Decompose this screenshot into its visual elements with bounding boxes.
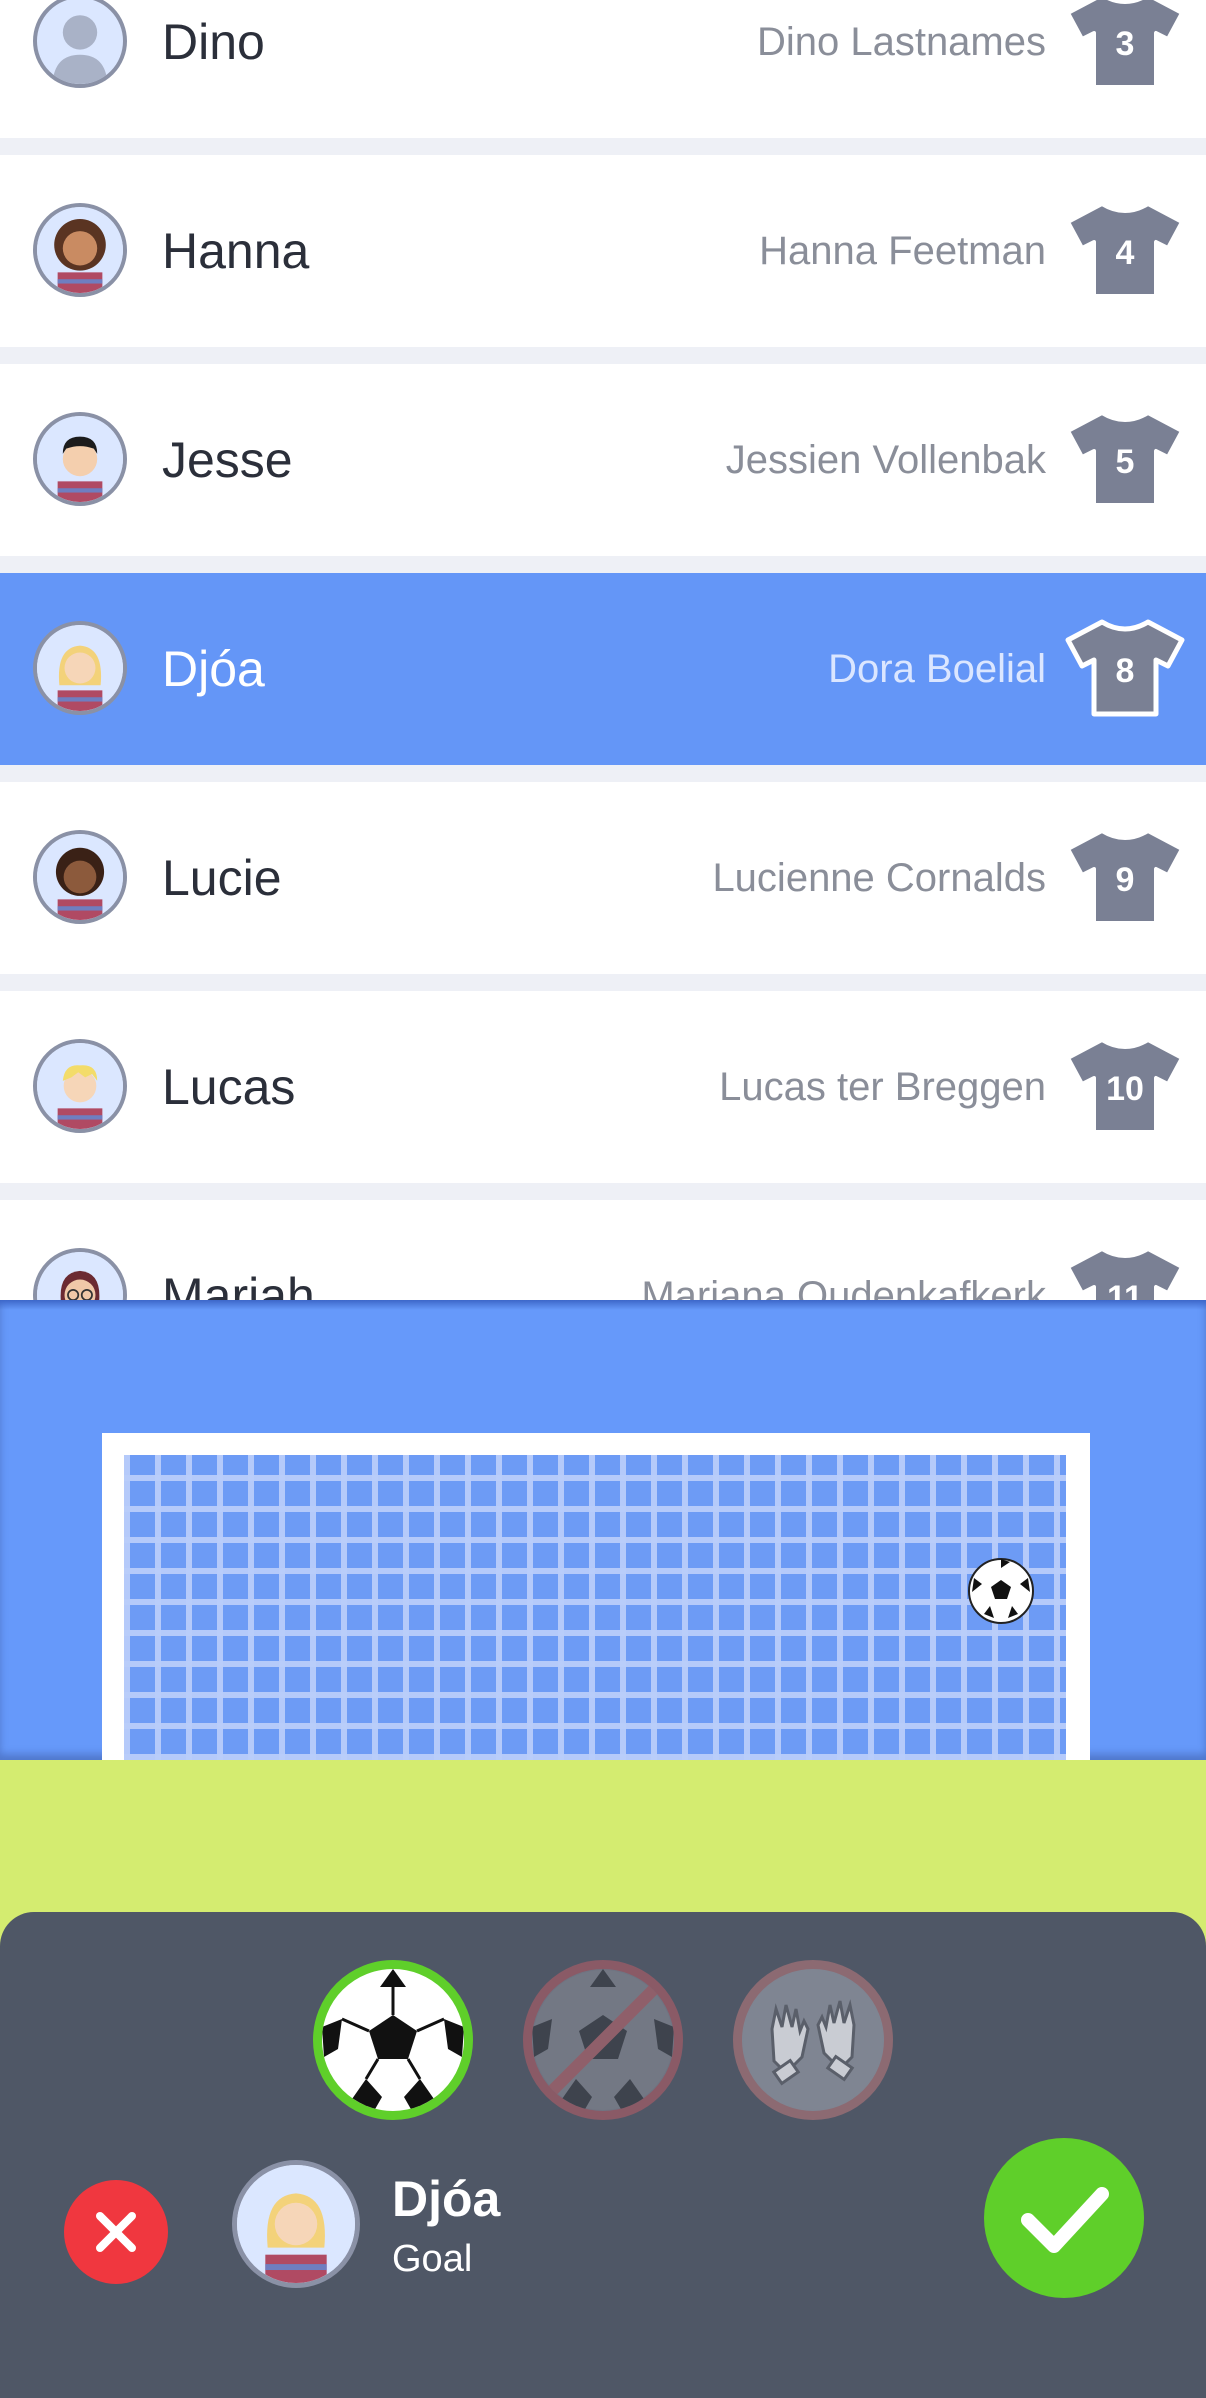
player-nickname: Mariah	[162, 1268, 315, 1300]
player-row[interactable]: Lucas Lucas ter Breggen 10	[0, 991, 1206, 1183]
shirt-number: 9	[1115, 861, 1135, 899]
player-avatar	[33, 203, 127, 297]
player-list: Dino Dino Lastnames 3 Hanna Hanna Feetma…	[0, 0, 1206, 1300]
player-avatar	[33, 412, 127, 506]
player-nickname: Djóa	[162, 641, 265, 697]
player-row[interactable]: Lucie Lucienne Cornalds 9	[0, 782, 1206, 974]
selected-player-avatar	[232, 2160, 360, 2288]
player-fullname: Lucienne Cornalds	[712, 856, 1046, 900]
player-row[interactable]: Dino Dino Lastnames 3	[0, 0, 1206, 138]
field-top-shadow	[0, 1300, 1206, 1310]
player-row[interactable]: Mariah Mariana Oudenkafkerk 11	[0, 1200, 1206, 1300]
shirt-number: 10	[1106, 1070, 1144, 1108]
goalkeeper-gloves-icon	[743, 1970, 883, 2110]
goal-net[interactable]	[124, 1455, 1066, 1760]
player-row[interactable]: Jesse Jessien Vollenbak 5	[0, 364, 1206, 556]
player-nickname: Dino	[162, 14, 265, 70]
player-fullname: Hanna Feetman	[759, 229, 1046, 273]
shirt-number: 8	[1115, 652, 1135, 690]
cancel-button[interactable]	[64, 2180, 168, 2284]
selected-player-name: Djóa	[392, 2171, 501, 2227]
player-row-selected[interactable]: Djóa Dora Boelial 8	[0, 573, 1206, 765]
player-fullname: Mariana Oudenkafkerk	[641, 1274, 1046, 1300]
save-action-button[interactable]	[733, 1960, 893, 2120]
ball-crossed-icon	[532, 1969, 674, 2111]
player-fullname: Lucas ter Breggen	[719, 1065, 1046, 1109]
player-fullname: Dora Boelial	[828, 647, 1046, 691]
shirt-icon: 5	[1064, 409, 1186, 509]
shirt-number: 3	[1115, 25, 1135, 63]
shirt-icon: 8	[1064, 618, 1186, 718]
shirt-number: 4	[1115, 234, 1135, 272]
shirt-icon: 3	[1064, 0, 1186, 91]
player-avatar	[33, 0, 127, 88]
shirt-number: 11	[1107, 1279, 1143, 1300]
player-nickname: Jesse	[162, 432, 293, 488]
player-fullname: Jessien Vollenbak	[725, 438, 1046, 482]
shirt-icon: 4	[1064, 200, 1186, 300]
shirt-number: 5	[1115, 443, 1135, 481]
player-row[interactable]: Hanna Hanna Feetman 4	[0, 155, 1206, 347]
player-avatar	[33, 830, 127, 924]
player-fullname: Dino Lastnames	[756, 20, 1046, 64]
confirm-button[interactable]	[984, 2138, 1144, 2298]
player-nickname: Lucas	[162, 1059, 296, 1115]
shirt-icon: 10	[1064, 1036, 1186, 1136]
ball-position-icon[interactable]	[966, 1556, 1036, 1626]
soccer-ball-icon	[322, 1969, 464, 2111]
player-avatar	[33, 1039, 127, 1133]
checkmark-icon	[1021, 2187, 1109, 2253]
goal-action-button[interactable]	[313, 1960, 473, 2120]
selected-action-label: Goal	[392, 2238, 473, 2280]
shirt-icon: 9	[1064, 827, 1186, 927]
player-avatar	[33, 1248, 127, 1300]
player-avatar	[33, 621, 127, 715]
player-nickname: Lucie	[162, 850, 282, 906]
close-icon	[96, 2212, 136, 2252]
shirt-icon: 11	[1064, 1245, 1186, 1300]
player-nickname: Hanna	[162, 223, 310, 279]
missed-action-button[interactable]	[523, 1960, 683, 2120]
